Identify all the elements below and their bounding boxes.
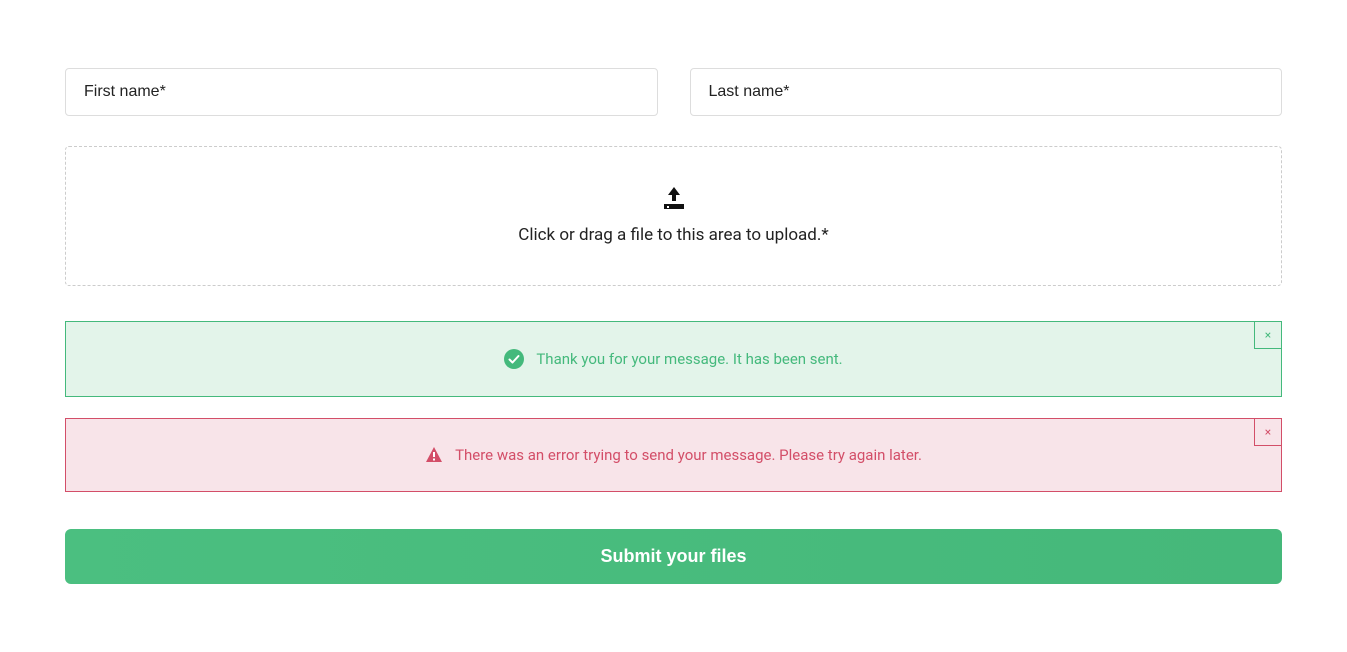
success-alert-close-button[interactable]: × <box>1254 321 1282 349</box>
warning-triangle-icon <box>425 446 443 464</box>
first-name-field-wrapper <box>65 68 658 116</box>
error-alert-text: There was an error trying to send your m… <box>455 446 922 464</box>
name-row <box>65 68 1282 116</box>
last-name-input[interactable] <box>690 68 1283 116</box>
upload-icon <box>660 187 688 215</box>
error-alert-close-button[interactable]: × <box>1254 418 1282 446</box>
last-name-field-wrapper <box>690 68 1283 116</box>
file-upload-area[interactable]: Click or drag a file to this area to upl… <box>65 146 1282 286</box>
success-alert: Thank you for your message. It has been … <box>65 321 1282 397</box>
first-name-input[interactable] <box>65 68 658 116</box>
success-alert-text: Thank you for your message. It has been … <box>536 350 842 368</box>
upload-instruction-text: Click or drag a file to this area to upl… <box>86 225 1261 245</box>
check-circle-icon <box>504 349 524 369</box>
error-alert: There was an error trying to send your m… <box>65 418 1282 492</box>
submit-button[interactable]: Submit your files <box>65 529 1282 584</box>
